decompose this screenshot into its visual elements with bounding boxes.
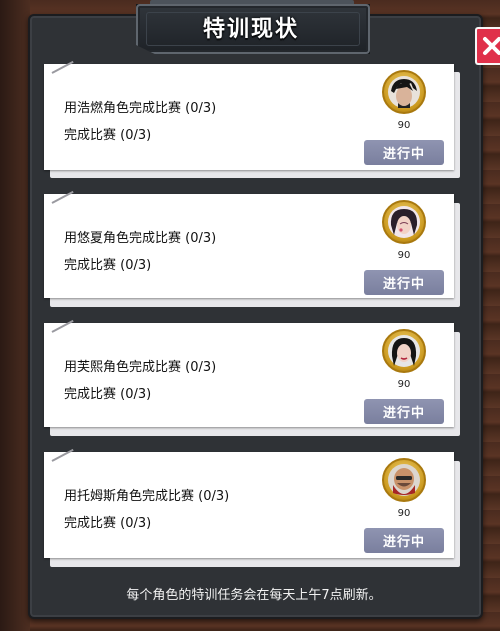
in-progress-button[interactable]: 进行中 bbox=[364, 270, 444, 295]
task-card: 用浩燃角色完成比赛 (0/3) 完成比赛 (0/3) 90 进行中 bbox=[44, 60, 454, 170]
task-match-objective: 完成比赛 (0/3) bbox=[64, 258, 152, 273]
close-icon bbox=[483, 37, 500, 55]
task-match-objective: 完成比赛 (0/3) bbox=[64, 387, 152, 402]
character-fuxi-avatar bbox=[382, 329, 426, 373]
reward-amount: 90 bbox=[397, 508, 411, 519]
character-haoran-avatar bbox=[382, 70, 426, 114]
in-progress-button[interactable]: 进行中 bbox=[364, 399, 444, 424]
background-left-strip bbox=[0, 0, 30, 631]
in-progress-button[interactable]: 进行中 bbox=[364, 140, 444, 165]
task-character-objective: 用悠夏角色完成比赛 (0/3) bbox=[64, 231, 217, 246]
task-character-objective: 用芙熙角色完成比赛 (0/3) bbox=[64, 360, 217, 375]
dialog-title: 特训现状 bbox=[202, 17, 299, 42]
close-button[interactable] bbox=[475, 27, 500, 65]
task-match-objective: 完成比赛 (0/3) bbox=[64, 128, 152, 143]
reward-amount: 90 bbox=[397, 379, 411, 390]
task-character-objective: 用托姆斯角色完成比赛 (0/3) bbox=[64, 489, 230, 504]
task-card: 用芙熙角色完成比赛 (0/3) 完成比赛 (0/3) 90 进行中 bbox=[44, 319, 454, 427]
character-toms-avatar bbox=[382, 458, 426, 502]
task-match-objective: 完成比赛 (0/3) bbox=[64, 516, 152, 531]
reward-amount: 90 bbox=[397, 250, 411, 261]
in-progress-button[interactable]: 进行中 bbox=[364, 528, 444, 553]
character-youxia-avatar bbox=[382, 200, 426, 244]
reward-amount: 90 bbox=[397, 120, 411, 131]
refresh-notice: 每个角色的特训任务会在每天上午7点刷新。 bbox=[126, 588, 382, 603]
task-card: 用托姆斯角色完成比赛 (0/3) 完成比赛 (0/3) 90 进行中 bbox=[44, 448, 454, 558]
task-character-objective: 用浩燃角色完成比赛 (0/3) bbox=[64, 101, 217, 116]
task-card: 用悠夏角色完成比赛 (0/3) 完成比赛 (0/3) 90 进行中 bbox=[44, 190, 454, 298]
